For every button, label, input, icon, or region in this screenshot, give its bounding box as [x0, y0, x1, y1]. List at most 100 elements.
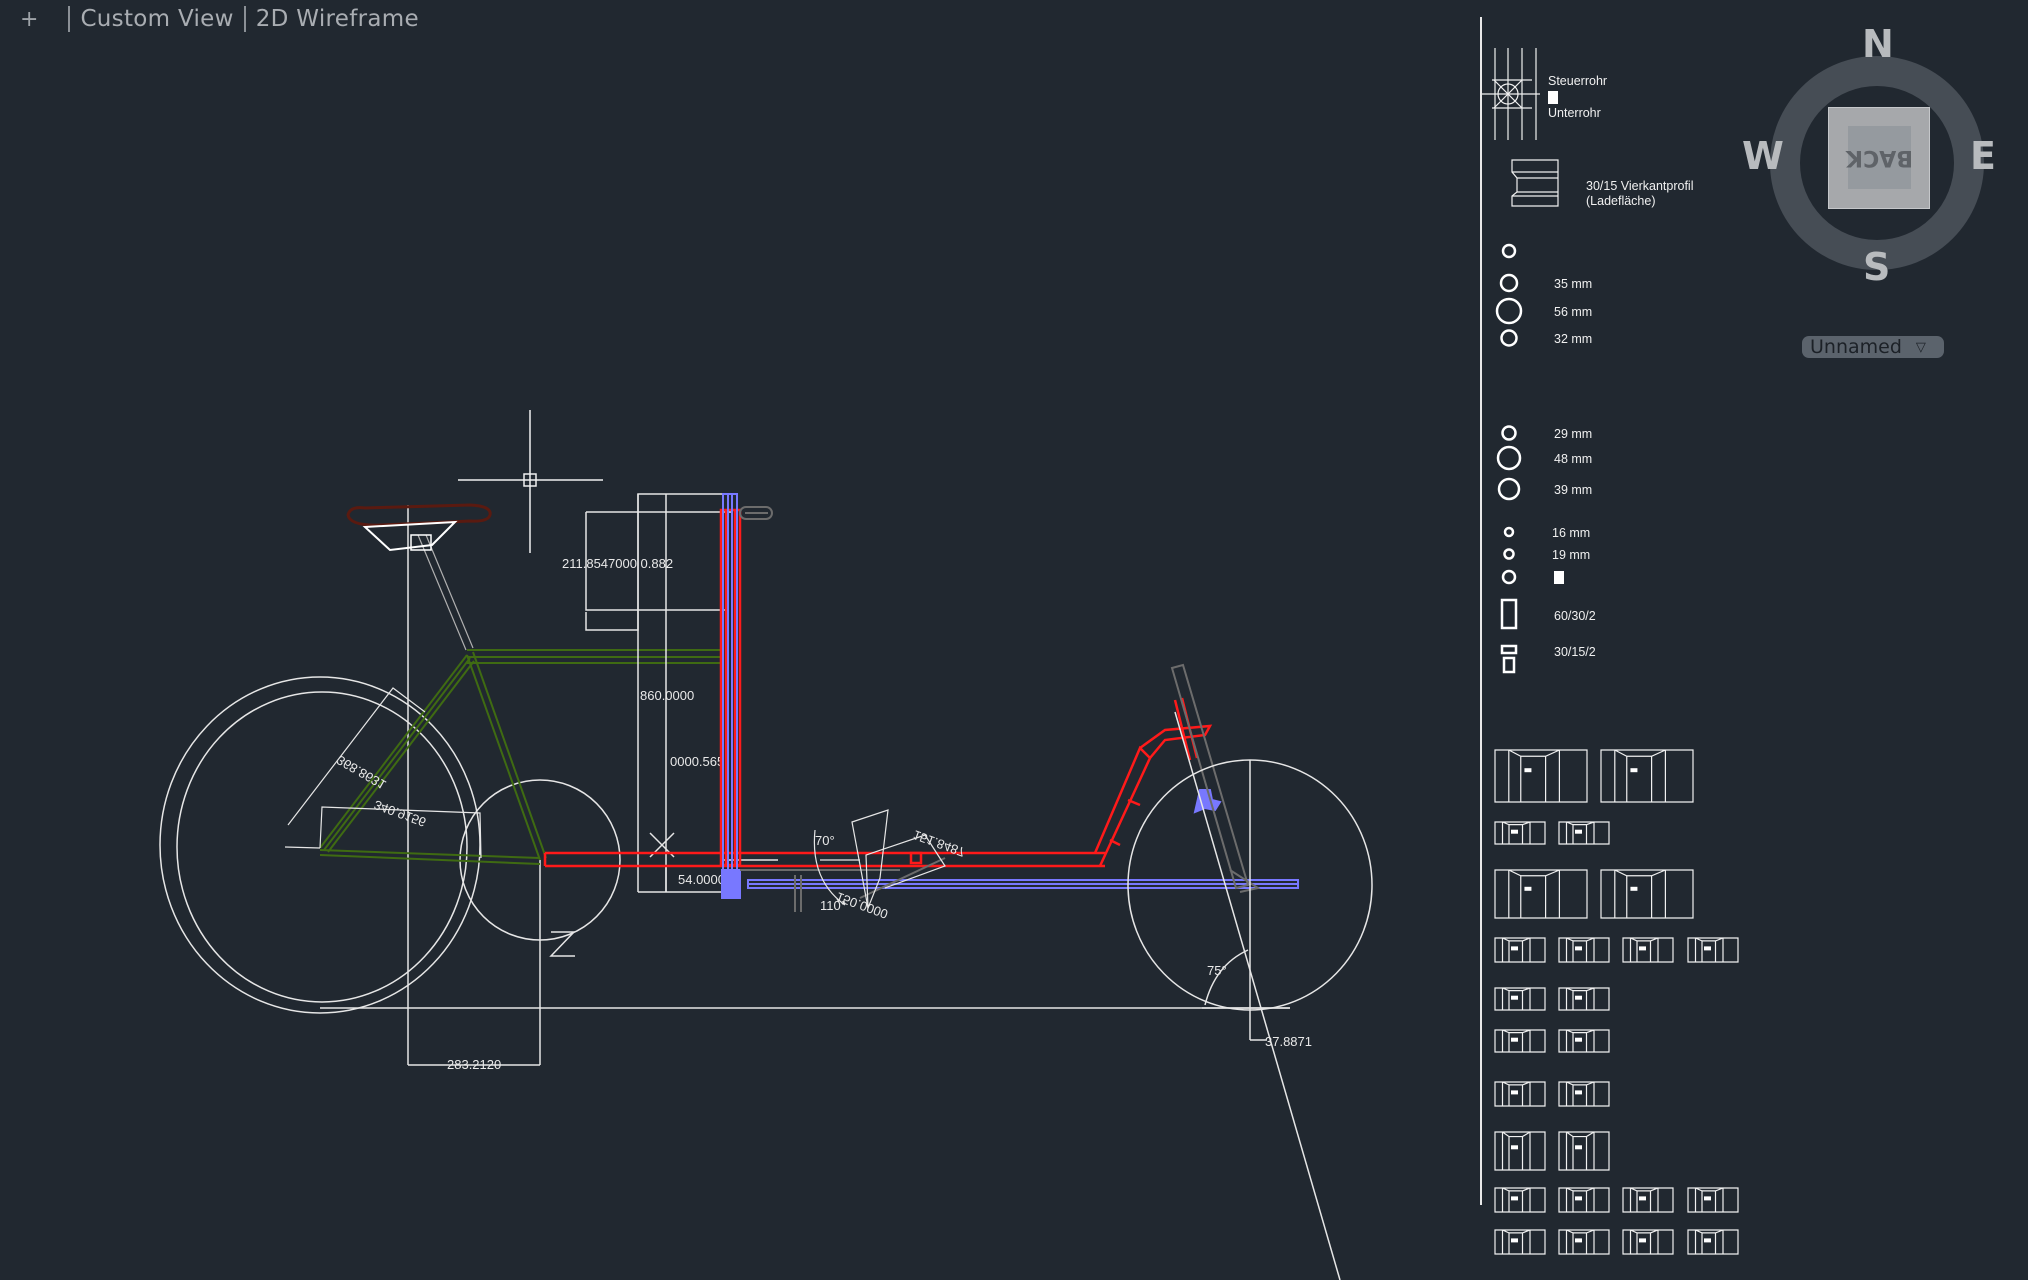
- dimension-head-angle: 75°: [1207, 963, 1227, 978]
- part-template-thumbnail: [1600, 749, 1694, 803]
- part-template-thumbnail: [1494, 869, 1588, 919]
- pedal-crank: [549, 931, 576, 957]
- part-marker: [1704, 1238, 1711, 1243]
- part-template-thumbnail: [1687, 1229, 1739, 1255]
- part-marker: [1639, 1196, 1646, 1201]
- part-marker: [1704, 946, 1711, 951]
- dimension-top-stack: 211.8547000 0.882: [562, 556, 673, 571]
- legend-marker: [1554, 571, 1564, 584]
- dimension-trail: 37.8871: [1265, 1034, 1312, 1049]
- part-template-thumbnail: [1558, 821, 1610, 845]
- legend-tube-label: 29 mm: [1554, 427, 1592, 441]
- dimension-box-151: 151.8487: [911, 827, 967, 860]
- legend-tube-icon: [1501, 569, 1517, 585]
- legend-tube-icon: [1500, 329, 1518, 347]
- front-wheel: [1127, 711, 1373, 1280]
- cad-drawing-canvas[interactable]: 368.8631 340.9156 283.2120 211.8547000 0…: [0, 0, 2028, 1280]
- part-marker: [1639, 1238, 1646, 1243]
- part-template-thumbnail: [1494, 1029, 1546, 1053]
- compass-south[interactable]: S: [1863, 245, 1890, 289]
- legend-tube-icon: [1496, 445, 1522, 471]
- part-template-thumbnail: [1558, 1029, 1610, 1053]
- dimension-chainstay: 283.2120: [447, 1057, 501, 1072]
- part-template-thumbnail: [1558, 1131, 1610, 1171]
- auxiliary-parts: [739, 506, 1261, 912]
- part-marker: [1511, 1196, 1518, 1201]
- part-template-thumbnail: [1494, 1081, 1546, 1107]
- ucs-label: Unnamed: [1810, 336, 1902, 358]
- legend-parts-grid: [1494, 749, 1739, 1255]
- dimension-height-565: 0000.565: [670, 754, 724, 769]
- part-marker: [1575, 946, 1582, 951]
- legend-tube-icon: [1497, 477, 1521, 501]
- part-marker: [1575, 1090, 1582, 1095]
- part-marker: [1575, 1145, 1582, 1150]
- part-marker: [1575, 1037, 1582, 1042]
- dimension-box-150: 150.0000: [834, 889, 890, 922]
- part-marker: [1511, 1145, 1518, 1150]
- part-template-thumbnail: [1494, 1131, 1546, 1171]
- legend-rect-profile-1: 60/30/2: [1554, 609, 1596, 623]
- part-marker: [1630, 886, 1638, 891]
- legend-profile-label-1: 30/15 Vierkantprofil: [1586, 179, 1693, 193]
- legend-tube-icon: [1499, 273, 1519, 293]
- part-template-thumbnail: [1494, 1187, 1546, 1213]
- part-template-thumbnail: [1558, 1081, 1610, 1107]
- part-template-thumbnail: [1558, 987, 1610, 1011]
- legend-tube-label: 35 mm: [1554, 277, 1592, 291]
- part-template-thumbnail: [1558, 1229, 1610, 1255]
- legend-head-tube-symbol: [1482, 48, 1540, 140]
- part-marker: [1575, 995, 1582, 1000]
- dimension-offset-54: 54.0000: [678, 872, 725, 887]
- seat-post: [417, 534, 474, 651]
- part-template-thumbnail: [1558, 937, 1610, 963]
- part-template-thumbnail: [1687, 1187, 1739, 1213]
- legend-rect-profile-2: 30/15/2: [1554, 645, 1596, 659]
- part-marker: [1511, 1090, 1518, 1095]
- legend-head-tube-label: Steuerrohr: [1548, 74, 1607, 88]
- viewcube[interactable]: BACK N S W E: [1742, 22, 2008, 290]
- part-template-thumbnail: [1494, 1229, 1546, 1255]
- rear-frame: [319, 649, 720, 865]
- part-template-thumbnail: [1687, 937, 1739, 963]
- legend-tube-label: 16 mm: [1552, 526, 1590, 540]
- part-marker: [1524, 886, 1532, 891]
- compass-north[interactable]: N: [1862, 22, 1894, 66]
- legend-tube-label: 19 mm: [1552, 548, 1590, 562]
- legend-tube-label: 39 mm: [1554, 483, 1592, 497]
- part-marker: [1575, 1238, 1582, 1243]
- compass-west[interactable]: W: [1742, 134, 1784, 178]
- part-marker: [1575, 1196, 1582, 1201]
- part-template-thumbnail: [1494, 987, 1546, 1011]
- legend-rect-profiles: [1500, 598, 1518, 674]
- part-marker: [1639, 946, 1646, 951]
- part-marker: [1511, 946, 1518, 951]
- chevron-down-icon: ▽: [1915, 339, 1926, 355]
- dimension-wheel-radius-b: 340.9156: [372, 797, 428, 830]
- part-template-thumbnail: [1600, 869, 1694, 919]
- part-marker: [1704, 1196, 1711, 1201]
- part-template-thumbnail: [1494, 937, 1546, 963]
- dimension-height-860: 860.0000: [640, 688, 694, 703]
- part-template-thumbnail: [1622, 1187, 1674, 1213]
- part-template-thumbnail: [1622, 937, 1674, 963]
- part-marker: [1630, 768, 1638, 773]
- angle-box: [813, 809, 946, 911]
- legend-marker: [1548, 91, 1558, 104]
- viewcube-face[interactable]: BACK: [1828, 107, 1930, 209]
- ucs-dropdown[interactable]: Unnamed ▽: [1802, 336, 1944, 358]
- legend-profile-label-2: (Ladefläche): [1586, 194, 1656, 208]
- compass-east[interactable]: E: [1970, 134, 1996, 178]
- dimension-wheel-radius-a: 368.8631: [334, 752, 388, 792]
- part-marker: [1511, 995, 1518, 1000]
- legend-tube-list: [1495, 243, 1523, 585]
- saddle: [346, 503, 492, 552]
- part-marker: [1524, 768, 1532, 773]
- legend-profile-symbol: [1511, 159, 1559, 207]
- dimension-angle-70: 70°: [815, 833, 835, 848]
- viewcube-face-label: BACK: [1846, 145, 1913, 170]
- legend-tube-icon: [1501, 243, 1517, 259]
- part-template-thumbnail: [1494, 821, 1546, 845]
- part-template-thumbnail: [1494, 749, 1588, 803]
- legend-tube-icon: [1495, 297, 1523, 325]
